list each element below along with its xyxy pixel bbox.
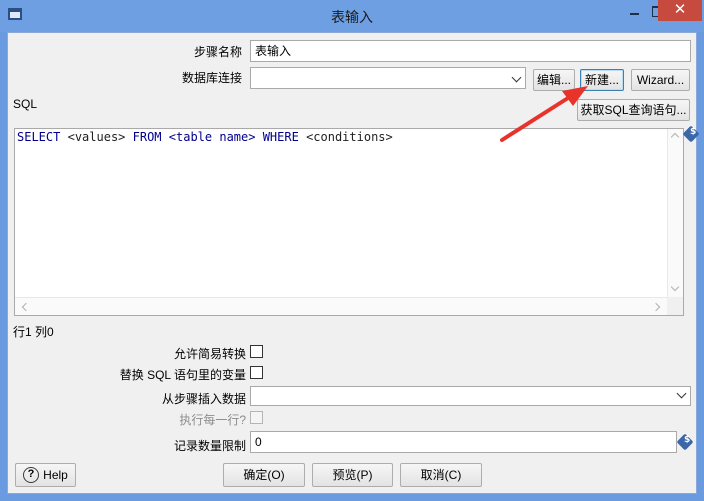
close-icon: ✕ bbox=[673, 1, 687, 18]
wizard-button[interactable]: Wizard... bbox=[631, 69, 690, 91]
scroll-down-icon[interactable] bbox=[670, 282, 680, 292]
sql-values: <values> bbox=[67, 130, 126, 144]
horizontal-scrollbar[interactable] bbox=[15, 297, 667, 315]
new-connection-button[interactable]: 新建... bbox=[580, 69, 624, 91]
window-title: 表输入 bbox=[331, 9, 373, 25]
help-icon: ? bbox=[23, 467, 39, 483]
help-button[interactable]: ? Help bbox=[15, 463, 76, 487]
sql-conditions: <conditions> bbox=[306, 130, 393, 144]
scroll-corner bbox=[667, 297, 683, 315]
allow-lazy-conversion-label: 允许简易转换 bbox=[173, 347, 246, 361]
replace-variables-checkbox[interactable] bbox=[250, 366, 263, 379]
execute-each-row-checkbox[interactable] bbox=[250, 411, 263, 424]
execute-each-row-label: 执行每一行? bbox=[179, 413, 246, 427]
db-connection-label: 数据库连接 bbox=[181, 71, 242, 85]
limit-variable-icon: $ bbox=[676, 433, 694, 451]
sql-variable-icon: $ bbox=[682, 125, 700, 143]
dialog-body: 步骤名称 表输入 数据库连接 编辑... 新建... Wizard... SQL… bbox=[7, 32, 700, 494]
edit-connection-button[interactable]: 编辑... bbox=[533, 69, 575, 91]
insert-from-step-select[interactable] bbox=[250, 386, 691, 406]
help-label: Help bbox=[43, 468, 68, 482]
insert-from-step-label: 从步骤插入数据 bbox=[161, 392, 246, 406]
close-button[interactable]: ✕ bbox=[658, 0, 702, 21]
cancel-button[interactable]: 取消(C) bbox=[400, 463, 482, 487]
variable-glyph: $ bbox=[683, 434, 691, 445]
replace-variables-label: 替换 SQL 语句里的变量 bbox=[119, 368, 246, 382]
step-name-label: 步骤名称 bbox=[193, 45, 242, 59]
limit-input[interactable]: 0 bbox=[250, 431, 677, 453]
sql-label: SQL bbox=[13, 97, 38, 111]
sql-editor[interactable]: SELECT <values> FROM <table name> WHERE … bbox=[14, 128, 684, 316]
sql-keyword-select: SELECT bbox=[17, 130, 61, 144]
sql-text: SELECT <values> FROM <table name> WHERE … bbox=[17, 130, 393, 144]
vertical-scrollbar[interactable] bbox=[667, 129, 683, 297]
variable-glyph: $ bbox=[689, 126, 697, 137]
get-sql-button[interactable]: 获取SQL查询语句... bbox=[577, 99, 690, 121]
limit-label: 记录数量限制 bbox=[173, 439, 246, 453]
chevron-down-icon bbox=[676, 388, 687, 399]
scroll-right-icon[interactable] bbox=[651, 302, 661, 312]
scroll-up-icon[interactable] bbox=[670, 132, 680, 142]
allow-lazy-conversion-checkbox[interactable] bbox=[250, 345, 263, 358]
preview-button[interactable]: 预览(P) bbox=[312, 463, 393, 487]
ok-button[interactable]: 确定(O) bbox=[223, 463, 305, 487]
scroll-left-icon[interactable] bbox=[21, 302, 31, 312]
sql-keyword-where: WHERE bbox=[262, 130, 299, 144]
sql-table-name: <table name> bbox=[168, 130, 256, 144]
chevron-down-icon bbox=[511, 72, 522, 83]
db-connection-select[interactable] bbox=[250, 67, 526, 89]
minimize-button[interactable] bbox=[622, 0, 646, 22]
cursor-position: 行1 列0 bbox=[13, 325, 54, 339]
title-bar[interactable]: 表输入 ✕ bbox=[0, 0, 704, 32]
step-name-input[interactable]: 表输入 bbox=[250, 40, 691, 62]
sql-keyword-from: FROM bbox=[132, 130, 162, 144]
